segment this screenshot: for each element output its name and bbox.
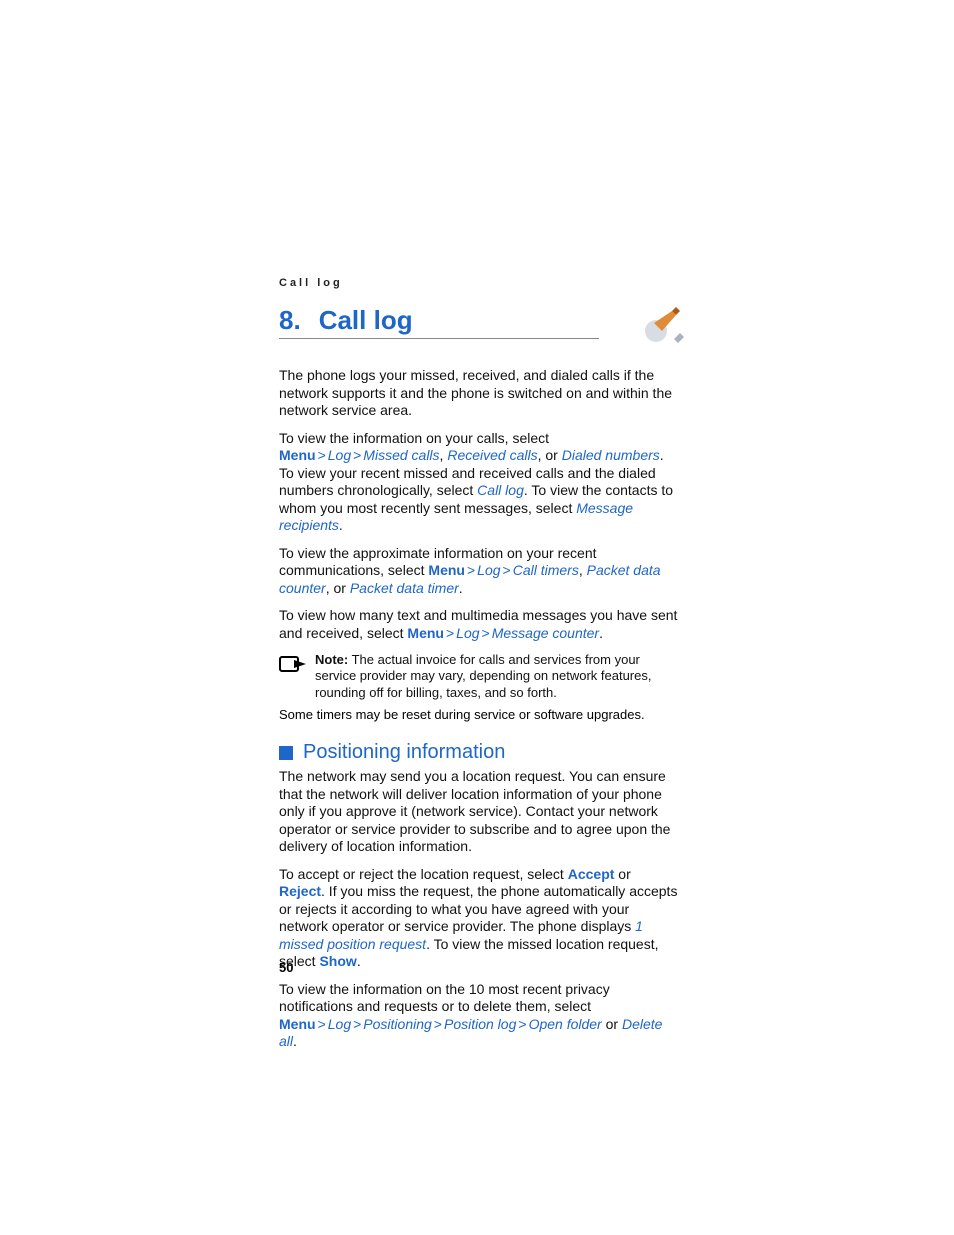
section-heading: Positioning information bbox=[279, 741, 679, 764]
call-timers-link[interactable]: Call timers bbox=[513, 562, 579, 578]
separator: > bbox=[351, 447, 363, 463]
page-content: Call log 8. Call log The phone logs your… bbox=[279, 277, 679, 1061]
menu-link[interactable]: Menu bbox=[407, 625, 444, 641]
chapter-title: 8. Call log bbox=[279, 305, 599, 339]
separator: > bbox=[444, 625, 456, 641]
reset-note: Some timers may be reset during service … bbox=[279, 707, 679, 723]
separator: > bbox=[501, 562, 513, 578]
section-title: Positioning information bbox=[303, 741, 505, 764]
chapter-name: Call log bbox=[319, 305, 413, 336]
chapter-number: 8. bbox=[279, 305, 301, 336]
timers-paragraph: To view the approximate information on y… bbox=[279, 545, 679, 598]
menu-link[interactable]: Menu bbox=[428, 562, 465, 578]
running-header: Call log bbox=[279, 277, 679, 289]
separator: > bbox=[432, 1016, 444, 1032]
page-number: 50 bbox=[279, 960, 293, 975]
text: To view the information on your calls, s… bbox=[279, 430, 549, 446]
view-calls-paragraph: To view the information on your calls, s… bbox=[279, 430, 679, 535]
packet-data-timer-link[interactable]: Packet data timer bbox=[350, 580, 459, 596]
accept-link[interactable]: Accept bbox=[568, 866, 615, 882]
note-body: The actual invoice for calls and service… bbox=[315, 652, 651, 700]
log-link[interactable]: Log bbox=[477, 562, 500, 578]
note-block: Note: The actual invoice for calls and s… bbox=[279, 652, 679, 701]
text: To view the information on the 10 most r… bbox=[279, 981, 610, 1015]
received-calls-link[interactable]: Received calls bbox=[447, 447, 537, 463]
reject-link[interactable]: Reject bbox=[279, 883, 321, 899]
log-link[interactable]: Log bbox=[328, 447, 351, 463]
separator: > bbox=[351, 1016, 363, 1032]
text: , or bbox=[538, 447, 562, 463]
note-label: Note: bbox=[315, 652, 348, 667]
text: or bbox=[614, 866, 630, 882]
text: or bbox=[602, 1016, 622, 1032]
separator: > bbox=[516, 1016, 528, 1032]
chapter-icon bbox=[640, 303, 684, 347]
missed-calls-link[interactable]: Missed calls bbox=[363, 447, 439, 463]
intro-paragraph: The phone logs your missed, received, an… bbox=[279, 367, 679, 420]
log-link[interactable]: Log bbox=[456, 625, 479, 641]
message-counter-link[interactable]: Message counter bbox=[492, 625, 599, 641]
positioning-link[interactable]: Positioning bbox=[363, 1016, 432, 1032]
text: , bbox=[579, 562, 587, 578]
text: To accept or reject the location request… bbox=[279, 866, 568, 882]
separator: > bbox=[480, 625, 492, 641]
text: . bbox=[459, 580, 463, 596]
separator: > bbox=[465, 562, 477, 578]
position-log-link[interactable]: Position log bbox=[444, 1016, 516, 1032]
note-text: Note: The actual invoice for calls and s… bbox=[315, 652, 679, 701]
open-folder-link[interactable]: Open folder bbox=[529, 1016, 602, 1032]
text: . bbox=[293, 1033, 297, 1049]
separator: > bbox=[316, 447, 328, 463]
message-counter-paragraph: To view how many text and multimedia mes… bbox=[279, 607, 679, 642]
dialed-numbers-link[interactable]: Dialed numbers bbox=[562, 447, 660, 463]
text: . If you miss the request, the phone aut… bbox=[279, 883, 677, 934]
text: . bbox=[357, 953, 361, 969]
section-bullet-icon bbox=[279, 746, 293, 760]
log-link[interactable]: Log bbox=[328, 1016, 351, 1032]
positioning-intro: The network may send you a location requ… bbox=[279, 768, 679, 856]
note-icon bbox=[279, 654, 307, 679]
menu-link[interactable]: Menu bbox=[279, 1016, 316, 1032]
separator: > bbox=[316, 1016, 328, 1032]
show-link[interactable]: Show bbox=[319, 953, 356, 969]
text: . bbox=[599, 625, 603, 641]
text: . bbox=[339, 517, 343, 533]
positioning-accept-paragraph: To accept or reject the location request… bbox=[279, 866, 679, 971]
text: , or bbox=[326, 580, 350, 596]
call-log-link[interactable]: Call log bbox=[477, 482, 524, 498]
positioning-log-paragraph: To view the information on the 10 most r… bbox=[279, 981, 679, 1051]
menu-link[interactable]: Menu bbox=[279, 447, 316, 463]
